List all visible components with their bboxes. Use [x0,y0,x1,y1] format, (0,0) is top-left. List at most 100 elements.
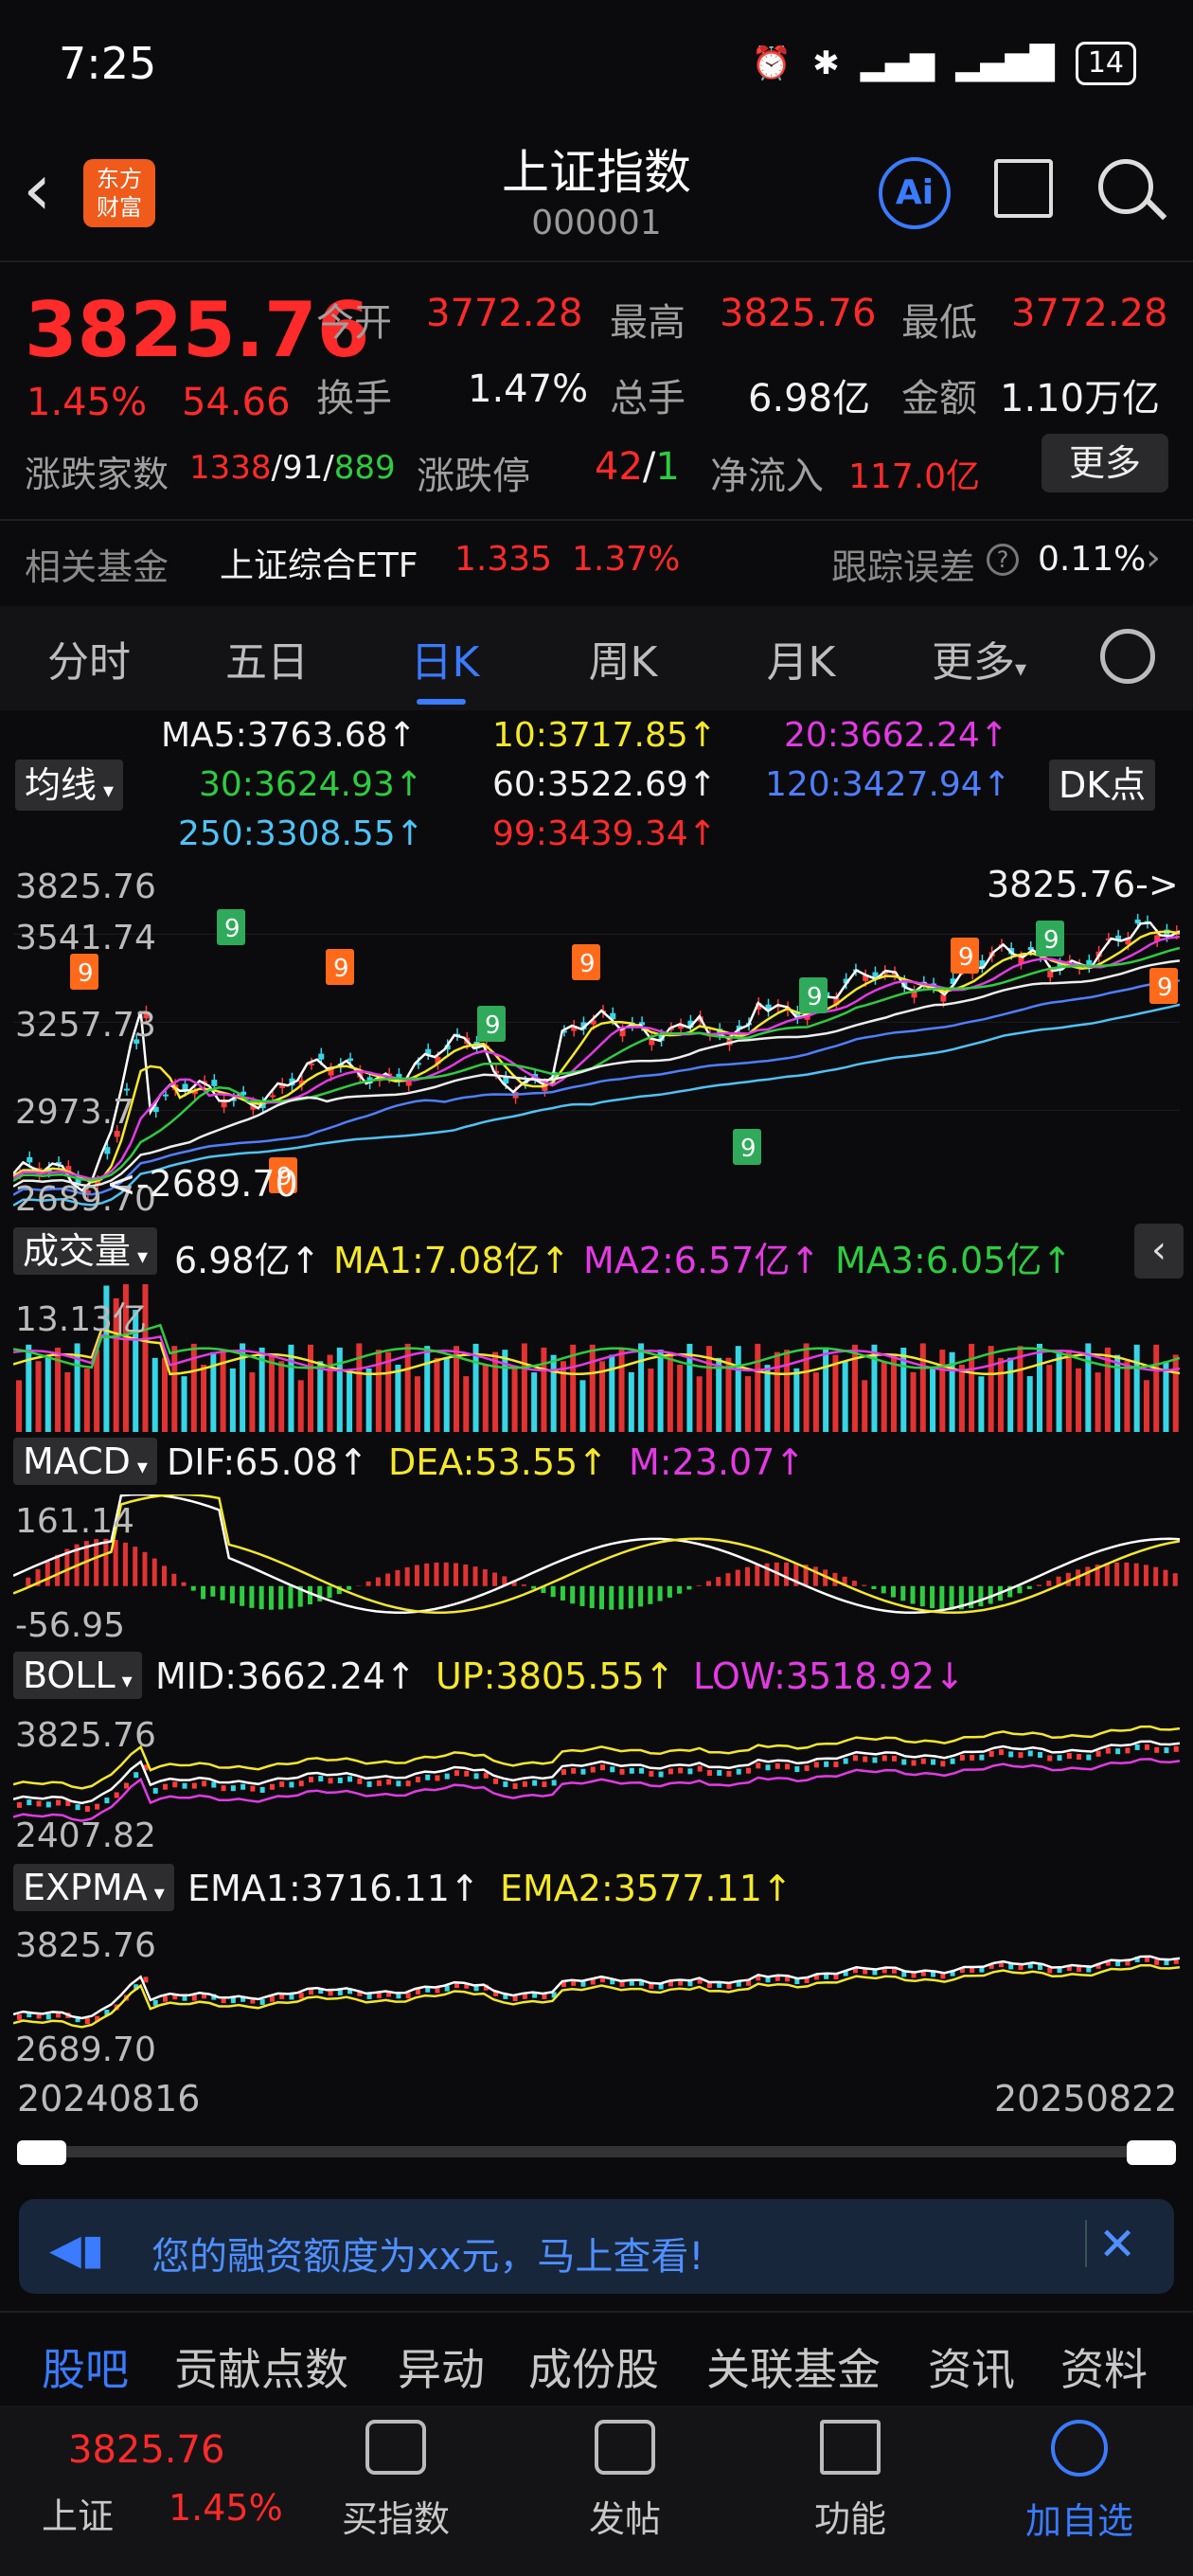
boll-candle [172,1781,178,1788]
volume-bar [1143,1380,1149,1432]
nav-buy-index[interactable]: 买指数 [320,2420,472,2542]
more-button[interactable]: 更多 [1042,434,1168,492]
macd-bar [288,1585,294,1609]
boll-candle [717,1769,722,1776]
chevron-right-icon[interactable]: › [1146,536,1161,580]
signal-marker-label: 9 [807,983,823,1011]
high-label: 最高 [610,301,686,345]
volume-bar [297,1380,304,1432]
nav-post[interactable]: 发帖 [549,2420,701,2542]
gear-icon[interactable] [1100,629,1155,684]
volume-bar [492,1351,499,1432]
macd-selector[interactable]: MACD ▾ [13,1438,157,1485]
macd-bar [735,1569,740,1586]
tab-weekly-k[interactable]: 周K [534,628,712,689]
macd-bar [784,1562,790,1586]
volume-bar [424,1346,431,1432]
boll-candle [27,1799,32,1806]
tab-guba[interactable]: 股吧 [42,2335,129,2398]
bluetooth-icon: ✱ [812,45,840,82]
boll-candle [211,1781,217,1788]
fund-name[interactable]: 上证综合ETF [220,538,418,587]
macd-bar [45,1562,50,1586]
ai-button[interactable]: Ai [879,157,951,229]
nav-index-pct[interactable]: 1.45% [169,2487,283,2529]
macd-bar [240,1585,245,1606]
volume-bar [638,1343,645,1432]
volume-bar [930,1368,936,1432]
breadth-values: 1338/91/889 [189,449,396,487]
tab-monthly-k[interactable]: 月K [712,628,890,689]
expma-selector[interactable]: EXPMA ▾ [13,1864,174,1911]
boll-candle [134,1772,139,1779]
tab-daily-k[interactable]: 日K [356,628,534,689]
macd-chart [13,1494,1180,1615]
boll-candle [1125,1747,1131,1754]
volume-selector[interactable]: 成交量 ▾ [13,1227,158,1275]
boll-candle [658,1771,664,1778]
volume-bar [511,1368,518,1432]
volume-bar [862,1380,868,1432]
collapse-panel-button[interactable]: ‹ [1134,1224,1184,1279]
volume-bar [997,1357,1004,1432]
volume-bar [774,1351,780,1432]
expma-candle [298,1993,304,1999]
kline-candle [27,1156,33,1163]
tab-more[interactable]: 更多▾ [890,628,1068,689]
signal-marker-label: 9 [1157,974,1173,1002]
nav-functions[interactable]: 功能 [775,2420,926,2542]
tab-anomaly[interactable]: 异动 [398,2335,485,2398]
tab-constituents[interactable]: 成份股 [528,2335,659,2398]
close-icon[interactable]: ✕ [1098,2218,1136,2271]
tab-news[interactable]: 资讯 [928,2335,1015,2398]
volume-bar [1095,1372,1101,1432]
range-scrollbar[interactable] [19,2146,1174,2157]
macd-bar [404,1566,410,1586]
volume-bar [229,1368,236,1432]
tab-intraday[interactable]: 分时 [0,628,178,689]
nav-index-name[interactable]: 上证 [42,2487,114,2539]
boll-candle [36,1800,42,1807]
boll-candle [1173,1745,1179,1752]
tab-five-day[interactable]: 五日 [178,628,356,689]
boll-candle [240,1783,246,1790]
search-icon[interactable] [1098,159,1153,214]
macd-bar [55,1554,61,1586]
boll-candle [56,1799,62,1806]
boll-selector[interactable]: BOLL ▾ [13,1652,142,1699]
nav-add-watchlist[interactable]: 加自选 [1004,2420,1155,2544]
macd-bar [443,1562,449,1586]
boll-candle [863,1756,868,1762]
share-icon[interactable] [994,159,1053,218]
help-icon[interactable]: ? [987,544,1019,576]
macd-bar [677,1585,683,1594]
tab-profile[interactable]: 资料 [1060,2335,1148,2398]
boll-candle [104,1798,110,1804]
boll-candle [1115,1748,1121,1755]
boll-candle [959,1755,965,1762]
boll-candle [600,1764,605,1771]
dk-point-button[interactable]: DK点 [1049,760,1156,811]
range-handle-right[interactable] [1127,2140,1176,2165]
volume-bar [910,1371,917,1432]
tab-related-funds[interactable]: 关联基金 [706,2335,881,2398]
boll-candle [17,1801,22,1808]
macd-bar [171,1573,177,1586]
boll-candle [95,1803,100,1810]
macd-bar [686,1585,692,1590]
macd-bar [190,1585,196,1591]
ma-selector[interactable]: 均线 ▾ [15,760,124,811]
volume-ma-line [13,1328,1180,1376]
nav-index-price[interactable]: 3825.76 [68,2428,224,2472]
macd-bar [1143,1565,1148,1586]
edit-icon [595,2420,655,2475]
volume-bar [26,1344,32,1432]
boll-y-top: 3825.76 [15,1716,156,1755]
range-handle-left[interactable] [17,2140,66,2165]
volume-ma-line [13,1333,1180,1372]
tab-contribution[interactable]: 贡献点数 [174,2335,348,2398]
vol-ma2-legend: MA2:6.57亿↑ [583,1240,821,1281]
divider [1085,2220,1087,2267]
tracking-value: 0.11% [1038,540,1147,579]
boll-candle [979,1754,985,1761]
